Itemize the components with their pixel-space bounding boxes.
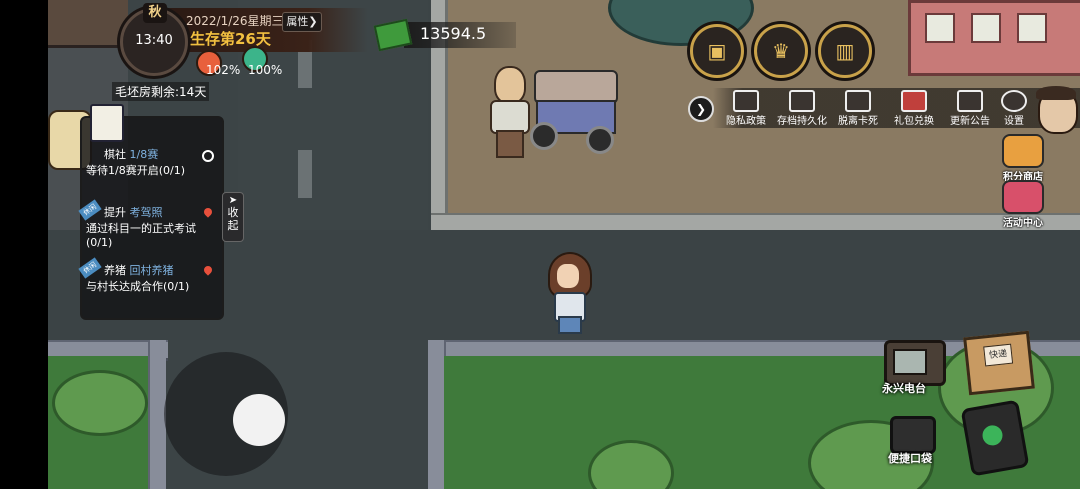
joystick-knob[interactable] [233, 394, 285, 446]
document-icon [733, 90, 759, 112]
quest-title: 棋社 1/8赛 [86, 148, 218, 162]
gift-icon [901, 90, 927, 112]
tricycle-roof [534, 70, 618, 104]
menu-gift[interactable]: 礼包兑换 [884, 88, 944, 127]
menu-save[interactable]: 存档持久化 [772, 88, 832, 127]
tricycle[interactable] [526, 70, 618, 156]
menu-label: 礼包兑换 [894, 116, 934, 127]
pocket-button[interactable] [890, 416, 936, 454]
clipboard-icon[interactable] [90, 104, 124, 142]
wheel [530, 122, 558, 150]
menu-privacy[interactable]: 隐私政策 [716, 88, 776, 127]
achievements-button[interactable]: ♛ [754, 24, 808, 78]
gear-icon [1001, 90, 1027, 112]
attributes-button[interactable]: 属性❯ [282, 12, 322, 32]
collapse-button[interactable]: ➤ 收起 [222, 192, 244, 242]
quest-name: 考驾照 [129, 206, 163, 219]
menu-announcement[interactable]: 更新公告 [940, 88, 1000, 127]
quest-category: 棋社 [104, 148, 126, 161]
announcement-icon [957, 90, 983, 112]
player-face [557, 264, 579, 288]
avatar-hair [1036, 86, 1076, 100]
menu-label: 隐私政策 [726, 116, 766, 127]
phone-call-icon [980, 423, 1005, 447]
game-scene[interactable]: 秋 13:40 2022/1/26星期三 生存第26天 属性❯ 102% 100… [48, 0, 1080, 489]
npc-body [490, 100, 530, 134]
clock: 秋 13:40 [120, 3, 188, 76]
window [925, 13, 955, 43]
menu-label: 脱离卡死 [838, 116, 878, 127]
shop-icon [1002, 134, 1044, 168]
map-button[interactable]: ▣ [690, 24, 744, 78]
quest-title: 提升 考驾照 [86, 206, 218, 220]
quest-name: 回村养猪 [129, 264, 174, 277]
chevron-right-icon: ❯ [308, 15, 318, 28]
quest-name: 1/8赛 [129, 148, 159, 161]
npc-old-man[interactable] [488, 66, 530, 158]
house [908, 0, 1080, 76]
date-label: 2022/1/26星期三 [186, 14, 284, 28]
menu-label: 设置 [1004, 116, 1024, 127]
quest-description: 与村长达成合作(0/1) [86, 280, 190, 293]
player-legs [558, 316, 582, 334]
window [1017, 13, 1047, 43]
quest-category: 养猪 [104, 264, 126, 277]
quest-panel: 棋社 1/8赛 等待1/8赛开启(0/1) 休闲 提升 考驾照 通过科目一的正式… [78, 116, 224, 320]
delivery-box-button[interactable]: 快递 [963, 330, 1035, 396]
send-icon: ➤ [228, 195, 238, 206]
points-shop-button[interactable]: 积分商店 [998, 134, 1048, 183]
flower-bed [48, 0, 128, 48]
npc-legs [496, 130, 524, 158]
wheel [586, 126, 614, 154]
menu-settings[interactable]: 设置 [992, 88, 1036, 127]
radio-label: 永兴电台 [882, 382, 926, 395]
quest-title: 养猪 回村养猪 [86, 264, 218, 278]
npc-head [494, 66, 526, 104]
rent-remaining: 毛坯房剩余:14天 [112, 82, 210, 101]
trophy-icon: ♛ [772, 39, 790, 63]
backpack-icon: ▥ [835, 39, 855, 63]
menu-expand-button[interactable]: ❯ [688, 96, 714, 122]
bush [52, 370, 148, 436]
menu-unstuck[interactable]: 脱离卡死 [828, 88, 888, 127]
map-icon: ▣ [707, 39, 727, 63]
menu-label: 更新公告 [950, 116, 990, 127]
box-tape-label: 快递 [983, 343, 1014, 367]
tv-icon [893, 349, 927, 375]
quest-category: 提升 [104, 206, 126, 219]
lane-marking [298, 150, 312, 198]
event-center-button[interactable]: 活动中心 [998, 180, 1048, 229]
attributes-label: 属性 [286, 15, 309, 28]
pocket-label: 便捷口袋 [888, 452, 932, 465]
event-icon [1002, 180, 1044, 214]
satiety-value: 102% [206, 63, 241, 77]
clock-time: 13:40 [135, 33, 173, 48]
phone-button[interactable] [960, 399, 1030, 477]
quest-description: 通过科目一的正式考试(0/1) [86, 222, 196, 249]
cleanliness-value: 100% [248, 63, 283, 77]
chevron-right-icon: ❯ [695, 102, 707, 116]
search-icon[interactable] [202, 150, 214, 162]
event-center-label: 活动中心 [1003, 218, 1043, 229]
quest-item[interactable]: 棋社 1/8赛 等待1/8赛开启(0/1) [86, 148, 218, 178]
menu-label: 存档持久化 [777, 116, 827, 127]
money-amount: 13594.5 [420, 24, 487, 43]
backpack-button[interactable]: ▥ [818, 24, 872, 78]
season-badge: 秋 [143, 3, 167, 23]
window [971, 13, 1001, 43]
player-character [548, 252, 592, 334]
unstuck-icon [845, 90, 871, 112]
collapse-label: 收起 [227, 206, 239, 232]
quest-item[interactable]: 休闲 养猪 回村养猪 与村长达成合作(0/1) [78, 257, 218, 294]
quest-item[interactable]: 休闲 提升 考驾照 通过科目一的正式考试(0/1) [78, 199, 218, 250]
quest-description: 等待1/8赛开启(0/1) [86, 164, 185, 177]
save-icon [789, 90, 815, 112]
